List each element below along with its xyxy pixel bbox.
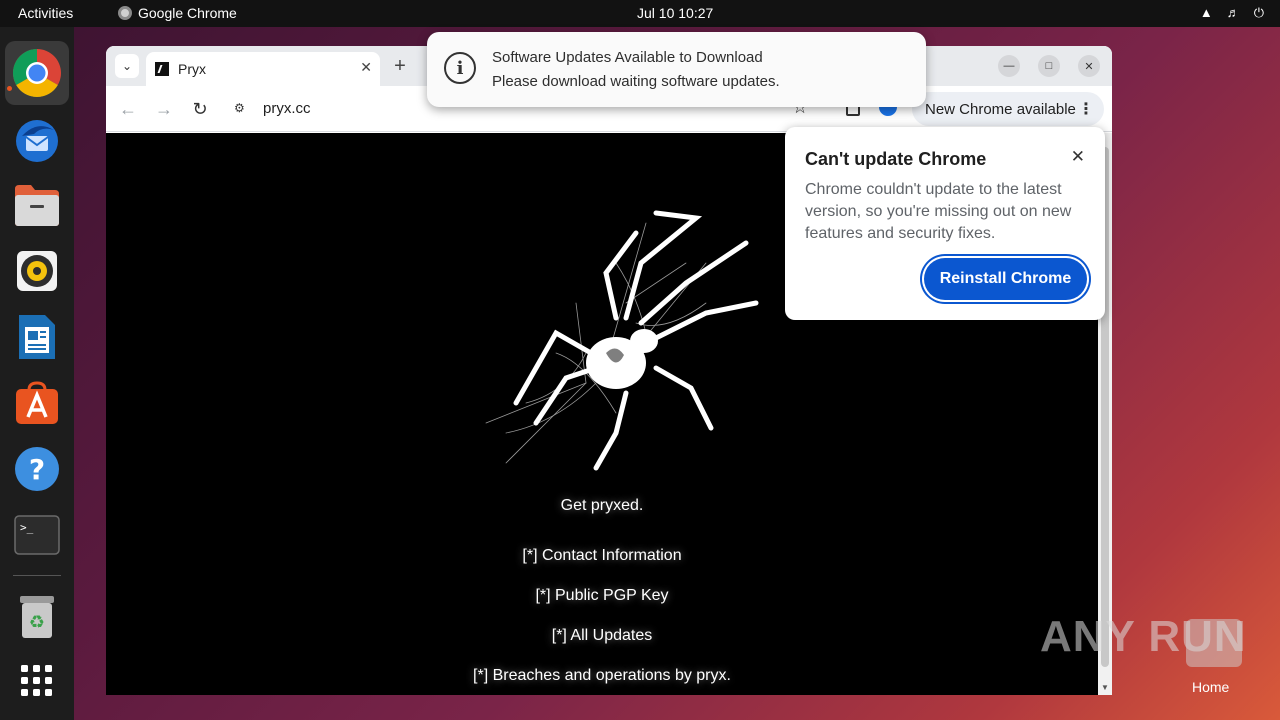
notification-body: Please download waiting software updates… <box>492 73 780 90</box>
reload-button[interactable]: ↻ <box>188 97 212 121</box>
back-arrow-icon: ← <box>119 98 137 119</box>
writer-icon <box>19 315 55 359</box>
terminal-icon: >_ <box>14 515 60 555</box>
close-window-button[interactable]: ✕ <box>1078 55 1100 77</box>
link-breaches-and-operations[interactable]: [*] Breaches and operations by pryx. <box>106 667 1098 685</box>
tab-title: Pryx <box>178 61 206 77</box>
dock-chrome[interactable] <box>5 41 69 105</box>
address-bar[interactable]: pryx.cc <box>263 100 311 117</box>
pryx-favicon-icon <box>155 62 169 76</box>
spider-logo-image <box>485 210 759 471</box>
new-tab-button[interactable]: + <box>388 54 412 78</box>
notification-title: Software Updates Available to Download <box>492 49 763 66</box>
maximize-icon: □ <box>1045 60 1053 72</box>
dialog-close-icon[interactable]: ✕ <box>1071 147 1085 167</box>
app-menu[interactable]: Google Chrome <box>118 5 237 21</box>
running-indicator <box>7 86 12 91</box>
network-icon: ▲ <box>1199 5 1213 20</box>
reinstall-chrome-button[interactable]: Reinstall Chrome <box>924 258 1087 300</box>
new-chrome-available-button[interactable]: New Chrome available ⋮ <box>912 92 1104 126</box>
svg-text:♻: ♻ <box>29 612 45 633</box>
dock-rhythmbox[interactable] <box>5 239 69 303</box>
rhythmbox-icon <box>17 251 57 291</box>
back-button[interactable]: ← <box>116 97 140 121</box>
scroll-down-arrow-icon[interactable]: ▼ <box>1101 683 1109 692</box>
reload-icon: ↻ <box>192 98 208 119</box>
dock-show-apps[interactable] <box>5 649 69 713</box>
close-icon: ✕ <box>1084 60 1094 73</box>
tab-close-icon[interactable]: ✕ <box>360 59 372 76</box>
dock-trash[interactable]: ♻ <box>5 585 69 649</box>
clock[interactable]: Jul 10 10:27 <box>637 5 713 21</box>
dock-terminal[interactable]: >_ <box>5 503 69 567</box>
activities-button[interactable]: Activities <box>18 5 73 21</box>
dock-thunderbird[interactable] <box>5 107 69 171</box>
dock-separator <box>13 575 61 576</box>
new-chrome-label: New Chrome available <box>925 100 1076 118</box>
link-all-updates[interactable]: [*] All Updates <box>106 627 1098 645</box>
tab-search-button[interactable]: ⌄ <box>115 54 139 78</box>
dock-app-center[interactable] <box>5 371 69 435</box>
link-contact-information[interactable]: [*] Contact Information <box>106 547 1098 565</box>
forward-button[interactable]: → <box>152 97 176 121</box>
dock-files[interactable] <box>5 173 69 237</box>
svg-text:?: ? <box>29 453 45 486</box>
power-icon: ⏻ <box>1253 5 1264 20</box>
link-public-pgp-key[interactable]: [*] Public PGP Key <box>106 587 1098 605</box>
tab-pryx[interactable]: Pryx ✕ <box>146 52 380 86</box>
info-icon: i <box>444 52 476 84</box>
minimize-icon: — <box>1003 60 1015 72</box>
dock: ? >_ ♻ <box>0 27 74 720</box>
forward-arrow-icon: → <box>155 98 173 119</box>
tagline: Get pryxed. <box>560 497 644 514</box>
svg-text:>_: >_ <box>20 521 34 534</box>
thunderbird-icon <box>16 120 58 162</box>
software-update-notification[interactable]: i Software Updates Available to Download… <box>427 32 926 107</box>
home-folder-label[interactable]: Home <box>1192 679 1229 695</box>
maximize-button[interactable]: □ <box>1038 55 1060 77</box>
dialog-title: Can't update Chrome <box>805 149 987 169</box>
kebab-menu-icon[interactable]: ⋮ <box>1078 99 1094 119</box>
cant-update-chrome-dialog: Can't update Chrome ✕ Chrome couldn't up… <box>785 127 1105 320</box>
dialog-message: Chrome couldn't update to the latest ver… <box>805 181 1072 242</box>
chrome-small-icon <box>118 6 132 20</box>
site-info-icon[interactable]: ⚙ <box>234 101 245 115</box>
files-icon <box>15 185 59 226</box>
chevron-down-icon: ⌄ <box>121 59 133 73</box>
help-icon: ? <box>15 447 59 491</box>
show-apps-icon <box>21 665 52 696</box>
chrome-icon <box>12 48 61 98</box>
top-bar: Activities Google Chrome Jul 10 10:27 ▲ … <box>0 0 1280 27</box>
minimize-button[interactable]: — <box>998 55 1020 77</box>
dock-writer[interactable] <box>5 305 69 369</box>
system-tray[interactable]: ▲ ♬ ⏻ <box>1200 5 1264 21</box>
trash-icon: ♻ <box>20 596 54 638</box>
app-name: Google Chrome <box>138 5 237 21</box>
plus-icon: + <box>394 54 406 77</box>
dock-help[interactable]: ? <box>5 437 69 501</box>
volume-icon: ♬ <box>1226 5 1240 20</box>
home-folder-icon[interactable] <box>1186 619 1242 667</box>
app-center-icon <box>16 381 58 424</box>
